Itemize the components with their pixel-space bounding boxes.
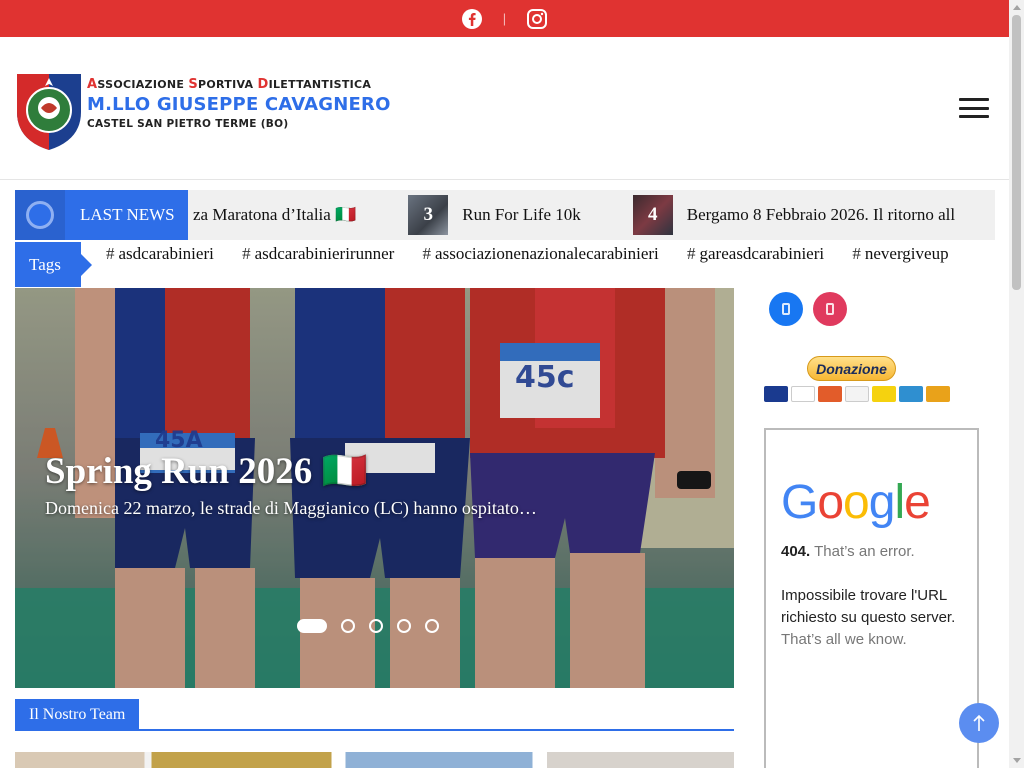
sidebar-facebook-icon[interactable] (769, 292, 803, 326)
scroll-down-arrow-icon[interactable] (1013, 758, 1021, 763)
sidebar-instagram-icon[interactable] (813, 292, 847, 326)
tags-label: Tags (15, 242, 92, 287)
tags-list: # asdcarabinieri # asdcarabinierirunner # a… (106, 242, 986, 266)
maestro-icon (764, 386, 788, 402)
team-section-heading: Il Nostro Team (15, 699, 140, 730)
tag-link[interactable]: # nevergiveup (852, 242, 948, 266)
error-message-text: Impossibile trovare l'URL richiesto su q… (781, 587, 956, 626)
donate-button[interactable]: Donazione (807, 356, 896, 381)
scroll-up-arrow-icon[interactable] (1013, 5, 1021, 10)
slide-title[interactable]: Spring Run 2026 🇮🇹 (45, 450, 368, 493)
featured-slider[interactable]: 45A 45c Spring Run 2026 🇮🇹 Domenica 22 m… (15, 288, 734, 688)
payment-cards (764, 386, 950, 402)
ticker-item-title: Bergamo 8 Febbraio 2026. Il ritorno all (686, 205, 956, 224)
error-code-line: 404. That’s an error. (781, 543, 915, 560)
ticker-item-title: za Maratona d’Italia 🇮🇹 (193, 205, 357, 224)
paypal-icon (845, 386, 869, 402)
last-news-badge: LAST NEWS (15, 190, 188, 240)
site-header: ASSOCIAZIONE SPORTIVA DILETTANTISTICA M.… (0, 37, 1009, 180)
ticker-pulse-icon (15, 190, 65, 240)
ticker-thumbnail: 3 (408, 195, 449, 235)
scrollbar-thumb[interactable] (1012, 15, 1021, 290)
slide-excerpt: Domenica 22 marzo, le strade di Maggiani… (45, 498, 537, 518)
ticker-thumbnail: 4 (632, 195, 673, 235)
amex-icon (899, 386, 923, 402)
visa-icon (791, 386, 815, 402)
slider-pagination (297, 619, 439, 633)
team-photos[interactable] (15, 752, 734, 768)
page-scrollbar[interactable] (1009, 0, 1024, 768)
error-code: 404. (781, 543, 811, 560)
top-social-bar: | (0, 0, 1009, 37)
mastercard-icon (818, 386, 842, 402)
ticker-item-title: Run For Life 10k (462, 205, 581, 224)
tag-link[interactable]: # associazionenazionalecarabinieri (423, 242, 659, 266)
team-heading-underline (15, 729, 734, 731)
error-code-text: That’s an error. (814, 543, 915, 560)
slider-dot[interactable] (341, 619, 355, 633)
slide-bib-2: 45c (515, 360, 575, 395)
tag-link[interactable]: # asdcarabinieri (106, 242, 214, 266)
instagram-icon[interactable] (526, 8, 548, 30)
scroll-to-top-button[interactable] (959, 703, 999, 743)
ticker-item[interactable]: 4 Bergamo 8 Febbraio 2026. Il ritorno al… (632, 195, 956, 235)
google-logo: Google (781, 476, 931, 529)
ticker-item[interactable]: 3 Run For Life 10k (408, 195, 581, 235)
tag-link[interactable]: # asdcarabinierirunner (242, 242, 394, 266)
page: | ASSOCIAZIONE SPORTIVA DILETTANTISTICA … (0, 0, 1009, 768)
tag-link[interactable]: # gareasdcarabinieri (687, 242, 824, 266)
error-footer: That’s all we know. (781, 631, 907, 648)
postepay-icon (872, 386, 896, 402)
slider-dot[interactable] (425, 619, 439, 633)
club-logo[interactable] (15, 68, 83, 152)
ticker-items: za Maratona d’Italia 🇮🇹 3 Run For Life 1… (193, 190, 995, 240)
brand-name[interactable]: M.LLO GIUSEPPE CAVAGNERO (87, 94, 391, 115)
facebook-icon[interactable] (461, 8, 483, 30)
brand-text: ASSOCIAZIONE SPORTIVA DILETTANTISTICA M.… (87, 77, 391, 130)
brand-line-1: ASSOCIAZIONE SPORTIVA DILETTANTISTICA (87, 77, 372, 92)
slider-dot[interactable] (297, 619, 327, 633)
error-message: Impossibile trovare l'URL richiesto su q… (781, 585, 971, 651)
slider-dot[interactable] (369, 619, 383, 633)
slider-dot[interactable] (397, 619, 411, 633)
brand-location: CASTEL SAN PIETRO TERME (BO) (87, 118, 289, 130)
embedded-error-frame: Google 404. That’s an error. Impossibile… (764, 428, 979, 768)
social-separator: | (502, 11, 507, 26)
aura-icon (926, 386, 950, 402)
ticker-item[interactable]: za Maratona d’Italia 🇮🇹 (193, 205, 356, 225)
menu-hamburger-icon[interactable] (959, 98, 989, 118)
arrow-up-icon (973, 714, 985, 731)
news-ticker: za Maratona d’Italia 🇮🇹 3 Run For Life 1… (15, 190, 995, 240)
last-news-label: LAST NEWS (80, 205, 175, 224)
